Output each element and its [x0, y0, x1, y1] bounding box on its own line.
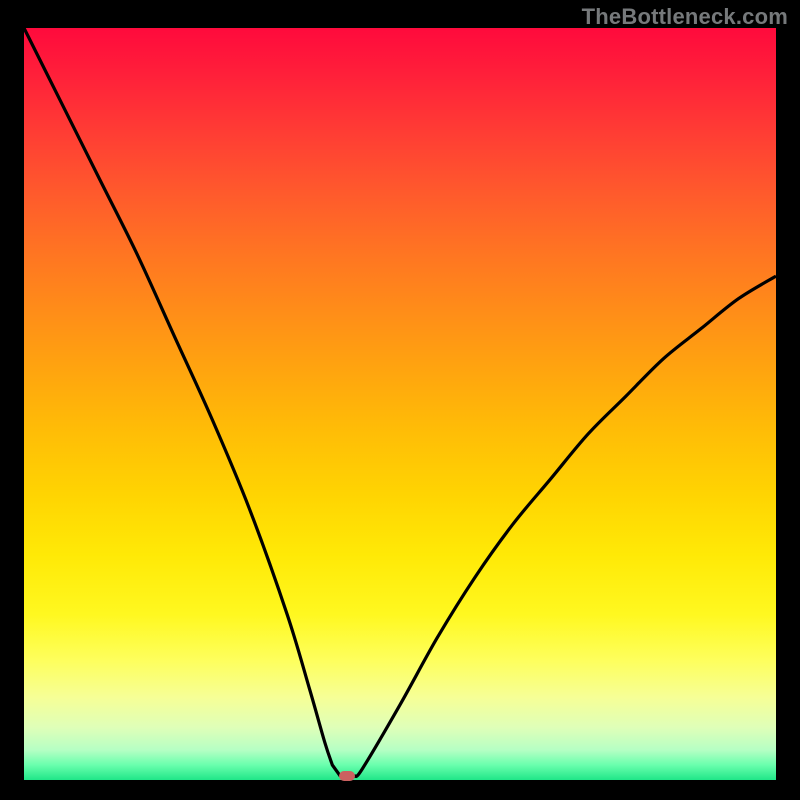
- chart-frame: TheBottleneck.com: [0, 0, 800, 800]
- curve-path: [24, 28, 776, 777]
- optimum-marker: [339, 771, 355, 781]
- bottleneck-curve: [24, 28, 776, 780]
- watermark-text: TheBottleneck.com: [582, 4, 788, 30]
- plot-area: [24, 28, 776, 780]
